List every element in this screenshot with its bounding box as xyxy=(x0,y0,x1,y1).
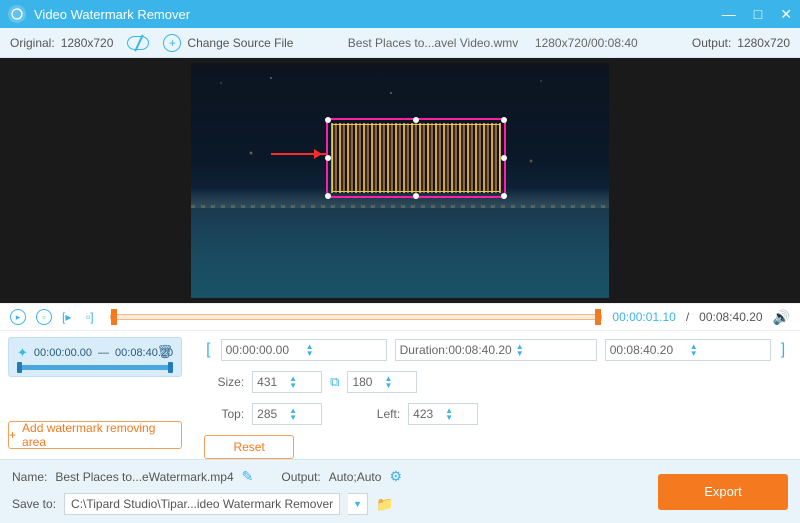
top-toolbar: Original: 1280x720 + Change Source File … xyxy=(0,28,800,58)
end-time-input[interactable]: 00:08:40.20▲▼ xyxy=(605,339,771,361)
maximize-button[interactable]: □ xyxy=(754,6,762,23)
output-format-label: Output: xyxy=(281,470,320,484)
top-input[interactable]: 285▲▼ xyxy=(252,403,322,425)
bracket-in-icon[interactable]: [ xyxy=(204,341,212,359)
left-label: Left: xyxy=(360,407,400,421)
left-input[interactable]: 423▲▼ xyxy=(408,403,478,425)
play-button[interactable]: ▸ xyxy=(10,309,26,325)
add-watermark-area-button[interactable]: + Add watermark removing area xyxy=(8,421,182,449)
mark-out-button[interactable]: ▫] xyxy=(86,310,100,324)
output-name: Best Places to...eWatermark.mp4 xyxy=(55,470,233,484)
top-label: Top: xyxy=(204,407,244,421)
volume-icon[interactable]: 🔊 xyxy=(773,309,790,326)
duration-input[interactable]: Duration:00:08:40.20▲▼ xyxy=(395,339,597,361)
stop-button[interactable]: ▫ xyxy=(36,309,52,325)
segment-range-bar[interactable] xyxy=(17,365,173,370)
change-source-button[interactable]: + Change Source File xyxy=(163,34,293,52)
segment-start: 00:00:00.00 xyxy=(34,347,92,359)
save-path-input[interactable]: C:\Tipard Studio\Tipar...ideo Watermark … xyxy=(64,493,340,515)
original-res: Original: 1280x720 xyxy=(10,36,113,50)
segment-row[interactable]: 🗑 ✦ 00:00:00.00 — 00:08:40.20 xyxy=(8,337,182,377)
link-icon[interactable]: ⧉ xyxy=(330,374,339,390)
file-info: Best Places to...avel Video.wmv 1280x720… xyxy=(307,36,677,50)
preview-toggle-icon[interactable] xyxy=(127,36,149,50)
start-time-input[interactable]: 00:00:00.00▲▼ xyxy=(221,339,387,361)
segments-panel: 🗑 ✦ 00:00:00.00 — 00:08:40.20 + Add wate… xyxy=(0,331,190,459)
name-label: Name: xyxy=(12,470,47,484)
timeline-track[interactable] xyxy=(110,314,602,320)
output-settings-icon[interactable]: ⚙ xyxy=(389,468,402,485)
video-frame xyxy=(191,63,609,298)
export-button[interactable]: Export xyxy=(658,474,788,510)
bottom-bar: Name: Best Places to...eWatermark.mp4 ✎ … xyxy=(0,459,800,523)
total-time: 00:08:40.20 xyxy=(699,310,762,324)
reset-button[interactable]: Reset xyxy=(204,435,294,459)
plus-icon: + xyxy=(9,428,16,442)
save-to-label: Save to: xyxy=(12,497,56,511)
timeline-start-marker[interactable] xyxy=(111,309,117,325)
plus-icon: + xyxy=(163,34,181,52)
minimize-button[interactable]: — xyxy=(722,6,736,23)
timeline-end-marker[interactable] xyxy=(595,309,601,325)
bracket-out-icon[interactable]: ] xyxy=(779,341,787,359)
height-input[interactable]: 180▲▼ xyxy=(347,371,417,393)
current-time: 00:00:01.10 xyxy=(612,310,675,324)
width-input[interactable]: 431▲▼ xyxy=(252,371,322,393)
app-logo-icon xyxy=(8,5,26,23)
close-button[interactable]: ✕ xyxy=(780,6,792,23)
parameters-panel: [ 00:00:00.00▲▼ Duration:00:08:40.20▲▼ 0… xyxy=(190,331,800,459)
wand-icon: ✦ xyxy=(17,345,28,361)
video-preview[interactable] xyxy=(0,58,800,303)
window-title: Video Watermark Remover xyxy=(34,7,722,22)
size-label: Size: xyxy=(204,375,244,389)
titlebar: Video Watermark Remover — □ ✕ xyxy=(0,0,800,28)
selection-box[interactable] xyxy=(326,118,506,198)
annotation-arrow-icon xyxy=(271,153,326,155)
output-res: Output: 1280x720 xyxy=(692,36,790,50)
delete-segment-icon[interactable]: 🗑 xyxy=(157,344,174,360)
player-controls: ▸ ▫ [▸ ▫] 00:00:01.10 / 00:08:40.20 🔊 xyxy=(0,303,800,331)
output-format-value: Auto;Auto xyxy=(329,470,382,484)
mark-in-button[interactable]: [▸ xyxy=(62,310,76,324)
edit-name-icon[interactable]: ✎ xyxy=(242,468,254,485)
open-folder-icon[interactable]: 📁 xyxy=(376,496,393,513)
save-path-dropdown[interactable]: ▼ xyxy=(348,493,368,515)
